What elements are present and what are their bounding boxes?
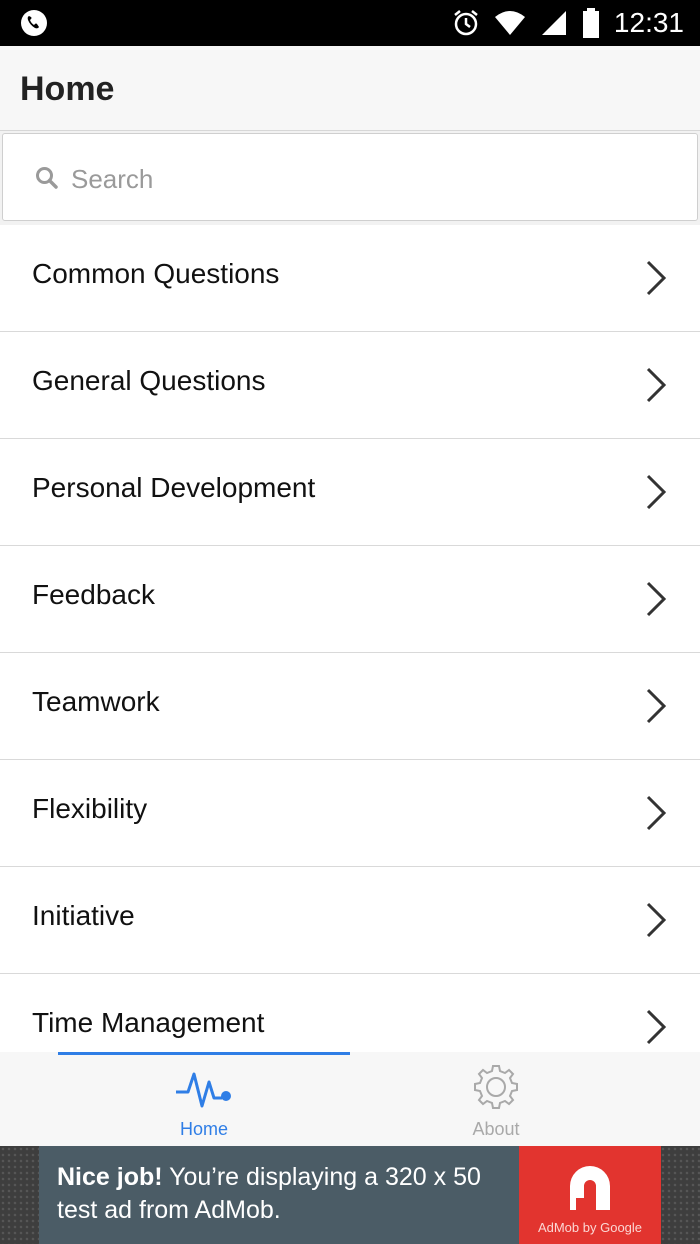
app-bar: Home xyxy=(0,46,700,131)
signal-icon xyxy=(541,11,566,35)
chevron-right-icon xyxy=(646,367,667,403)
pulse-icon xyxy=(176,1072,231,1108)
status-bar: 12:31 xyxy=(0,0,700,46)
search-input[interactable] xyxy=(69,158,673,200)
admob-logo-icon xyxy=(570,1166,610,1210)
chevron-right-icon xyxy=(646,1009,667,1045)
ad-text-panel: Nice job! You’re displaying a 320 x 50 t… xyxy=(39,1146,519,1244)
list-item[interactable]: Feedback xyxy=(0,546,700,653)
list-item-label: Flexibility xyxy=(32,793,148,824)
list-item[interactable]: Initiative xyxy=(0,867,700,974)
chevron-right-icon xyxy=(646,474,667,510)
search-bar xyxy=(0,131,700,225)
tab-about[interactable]: About xyxy=(321,1052,671,1146)
page-title: Home xyxy=(20,70,115,108)
search-box[interactable] xyxy=(2,133,698,221)
list-item[interactable]: General Questions xyxy=(0,332,700,439)
chevron-right-icon xyxy=(646,260,667,296)
list-item[interactable]: Personal Development xyxy=(0,439,700,546)
ad-headline-bold: Nice job! xyxy=(57,1163,163,1191)
list-item[interactable]: Flexibility xyxy=(0,760,700,867)
ad-text: Nice job! You’re displaying a 320 x 50 t… xyxy=(57,1161,517,1227)
list-item[interactable]: Common Questions xyxy=(0,225,700,332)
wifi-icon xyxy=(494,11,525,35)
list-item[interactable]: Teamwork xyxy=(0,653,700,760)
alarm-icon xyxy=(454,10,478,36)
chevron-right-icon xyxy=(646,581,667,617)
admob-logo-box: AdMob by Google xyxy=(519,1146,661,1244)
chevron-right-icon xyxy=(646,688,667,724)
list-item-label: Feedback xyxy=(32,579,155,610)
tab-about-label: About xyxy=(472,1119,520,1139)
battery-icon xyxy=(582,8,599,38)
list-item-label: Personal Development xyxy=(32,472,316,503)
chevron-right-icon xyxy=(646,795,667,831)
ad-banner[interactable]: Nice job! You’re displaying a 320 x 50 t… xyxy=(0,1146,700,1244)
phone-icon xyxy=(21,10,47,36)
chevron-right-icon xyxy=(646,902,667,938)
gear-icon xyxy=(474,1065,518,1109)
list-item-label: Time Management xyxy=(32,1007,265,1038)
list-item[interactable]: Time Management xyxy=(0,974,700,1052)
list-item-label: Initiative xyxy=(32,900,135,931)
list-item-label: Common Questions xyxy=(32,258,280,289)
category-list: Common Questions General Questions Perso… xyxy=(0,225,700,1052)
search-icon xyxy=(36,167,58,189)
status-time: 12:31 xyxy=(613,7,684,38)
list-item-label: Teamwork xyxy=(32,686,160,717)
bottom-tab-bar: Home About xyxy=(0,1052,700,1146)
ad-brand: AdMob by Google xyxy=(537,1220,643,1235)
list-item-label: General Questions xyxy=(32,365,266,396)
